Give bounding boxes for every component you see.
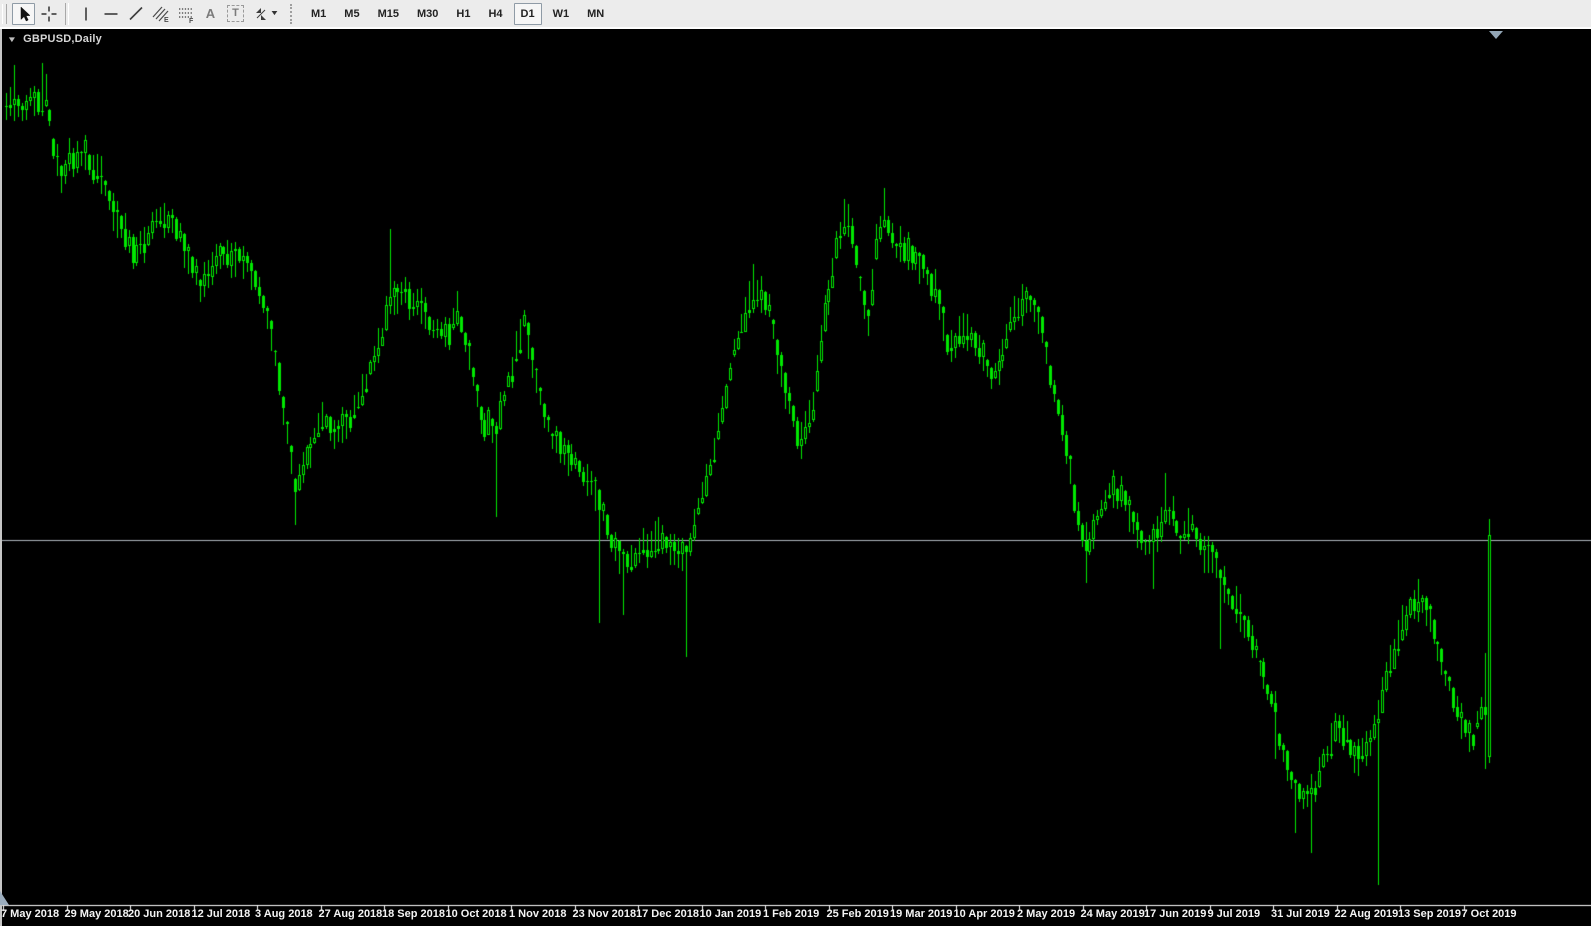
horizontal-line-icon <box>103 6 119 22</box>
x-axis-label: 17 Dec 2018 <box>636 908 699 920</box>
chart-area[interactable]: ▼ GBPUSD,Daily 7 May 2018 29 May 201820 J… <box>0 28 1591 926</box>
x-axis-label: 13 Sep 2019 <box>1398 908 1461 920</box>
x-axis-label: 1 Feb 2019 <box>763 908 819 920</box>
x-axis-label: 7 Oct 2019 <box>1462 908 1517 920</box>
scroll-corner-icon <box>0 891 9 905</box>
x-axis-label: 24 May 2019 <box>1081 908 1145 920</box>
toolbar-separator <box>65 3 69 25</box>
timeframe-mn-button[interactable]: MN <box>580 3 611 25</box>
cursor-button[interactable] <box>12 3 35 25</box>
x-axis-label: 19 Mar 2019 <box>890 908 952 920</box>
vertical-line-button[interactable] <box>74 3 97 25</box>
timeframe-w1-button[interactable]: W1 <box>546 3 577 25</box>
x-axis-label: 23 Nov 2018 <box>573 908 637 920</box>
x-axis-label: 20 Jun 2018 <box>128 908 190 920</box>
timeframe-d1-button[interactable]: D1 <box>514 3 542 25</box>
x-axis-label: 7 May 2018 <box>1 908 59 920</box>
x-axis-label: 2 May 2019 <box>1017 908 1075 920</box>
chevron-down-icon: ▼ <box>269 10 279 17</box>
x-axis-label: 1 Nov 2018 <box>509 908 566 920</box>
crosshair-icon <box>41 6 57 22</box>
timeframe-m1-button[interactable]: M1 <box>304 3 333 25</box>
timeframe-m15-button[interactable]: M15 <box>371 3 406 25</box>
timeframe-m30-button[interactable]: M30 <box>410 3 445 25</box>
x-axis-label: 25 Feb 2019 <box>827 908 889 920</box>
text-label-button[interactable]: T <box>224 3 247 25</box>
collapse-arrow-icon: ▼ <box>7 35 18 44</box>
chart-symbol-label[interactable]: ▼ GBPUSD,Daily <box>8 33 102 45</box>
x-axis-label: 17 Jun 2019 <box>1144 908 1206 920</box>
trendline-icon <box>128 6 144 22</box>
chart-shift-marker-icon[interactable] <box>1489 31 1503 39</box>
cursor-icon <box>16 6 32 22</box>
text-label-icon: T <box>227 5 244 22</box>
x-axis-label: 29 May 2018 <box>65 908 129 920</box>
svg-text:E: E <box>164 17 169 23</box>
x-axis-label: 9 Jul 2019 <box>1208 908 1261 920</box>
fibonacci-icon: F <box>177 5 195 23</box>
svg-text:F: F <box>189 18 194 23</box>
timeframe-h1-button[interactable]: H1 <box>449 3 477 25</box>
price-chart-canvas[interactable] <box>0 29 1591 926</box>
text-icon: A <box>206 7 215 20</box>
crosshair-button[interactable] <box>37 3 60 25</box>
x-axis-label: 18 Sep 2018 <box>382 908 445 920</box>
timeframe-h4-button[interactable]: H4 <box>481 3 509 25</box>
arrows-icon <box>253 6 269 22</box>
x-axis-label: 22 Aug 2019 <box>1335 908 1399 920</box>
text-button[interactable]: A <box>199 3 222 25</box>
vertical-line-icon <box>78 6 94 22</box>
toolbar-grip[interactable] <box>2 4 7 24</box>
horizontal-line-button[interactable] <box>99 3 122 25</box>
fibonacci-button[interactable]: F <box>174 3 197 25</box>
timeframe-m5-button[interactable]: M5 <box>337 3 366 25</box>
x-axis-label: 10 Oct 2018 <box>446 908 507 920</box>
toolbar: E F A T <box>0 0 1591 28</box>
x-axis-label: 3 Aug 2018 <box>255 908 313 920</box>
arrows-button[interactable]: ▼ <box>249 3 281 25</box>
x-axis-label: 12 Jul 2018 <box>192 908 251 920</box>
x-axis-label: 10 Apr 2019 <box>954 908 1015 920</box>
x-axis-label: 27 Aug 2018 <box>319 908 383 920</box>
equidistant-channel-button[interactable]: E <box>149 3 172 25</box>
x-axis-label: 31 Jul 2019 <box>1271 908 1330 920</box>
toolbar-grip[interactable] <box>290 4 296 24</box>
metatrader-window: E F A T <box>0 0 1591 926</box>
chart-left-border <box>0 29 2 926</box>
x-axis-label: 10 Jan 2019 <box>700 908 762 920</box>
equidistant-channel-icon: E <box>152 5 170 23</box>
symbol-period-text: GBPUSD,Daily <box>23 33 102 45</box>
trendline-button[interactable] <box>124 3 147 25</box>
